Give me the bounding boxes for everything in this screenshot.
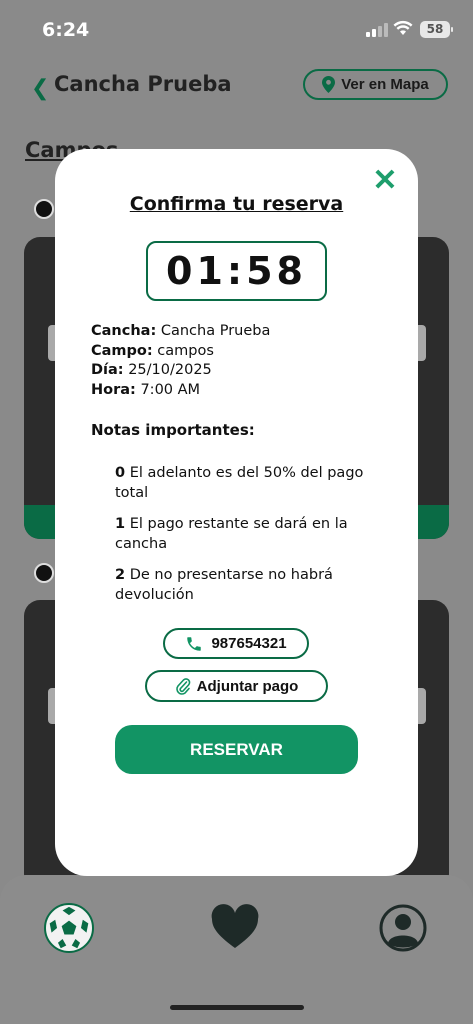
phone-number: 987654321 xyxy=(211,635,287,652)
phone-button[interactable]: 987654321 xyxy=(163,628,309,659)
attach-payment-button[interactable]: Adjuntar pago xyxy=(145,670,328,702)
detail-dia: Día: 25/10/2025 xyxy=(91,362,212,378)
modal-title: Confirma tu reserva xyxy=(129,193,344,215)
map-pin-icon xyxy=(322,76,336,93)
soccer-ball-icon[interactable] xyxy=(44,903,94,953)
reservation-details: Cancha: Cancha Prueba Campo: campos Día:… xyxy=(91,322,270,400)
heart-icon[interactable] xyxy=(210,903,260,953)
status-time: 6:24 xyxy=(42,19,90,41)
signal-icon xyxy=(366,23,388,37)
profile-icon[interactable] xyxy=(378,903,428,953)
soccer-ball-icon xyxy=(34,563,54,583)
paperclip-icon xyxy=(175,678,190,695)
wifi-icon xyxy=(393,20,413,35)
app-header: ❮ Cancha Prueba Ver en Mapa xyxy=(0,58,473,114)
soccer-ball-icon xyxy=(34,199,54,219)
chevron-left-icon[interactable]: ❮ xyxy=(31,76,49,101)
note-item: 0 El adelanto es del 50% del pago total xyxy=(115,465,364,501)
close-icon[interactable]: ✕ xyxy=(371,166,399,196)
view-map-label: Ver en Mapa xyxy=(341,76,429,93)
reserve-button[interactable]: RESERVAR xyxy=(115,725,358,774)
bottom-nav xyxy=(0,875,473,1024)
countdown-timer: 01:58 xyxy=(146,241,327,301)
attach-payment-label: Adjuntar pago xyxy=(196,677,299,695)
notes-title: Notas importantes: xyxy=(91,421,255,439)
phone-icon xyxy=(187,636,202,651)
confirm-reservation-modal: ✕ Confirma tu reserva 01:58 Cancha: Canc… xyxy=(55,149,418,876)
view-map-button[interactable]: Ver en Mapa xyxy=(303,69,448,100)
note-item: 2 De no presentarse no habrá devolución xyxy=(115,567,333,603)
home-indicator xyxy=(170,1005,304,1010)
status-bar: 6:24 58 xyxy=(0,0,473,58)
detail-hora: Hora: 7:00 AM xyxy=(91,381,201,398)
detail-cancha: Cancha: Cancha Prueba xyxy=(91,323,271,339)
page-title: Cancha Prueba xyxy=(54,72,232,96)
detail-campo: Campo: campos xyxy=(91,342,214,359)
battery-indicator: 58 xyxy=(420,21,453,38)
note-item: 1 El pago restante se dará en la cancha xyxy=(115,516,348,552)
